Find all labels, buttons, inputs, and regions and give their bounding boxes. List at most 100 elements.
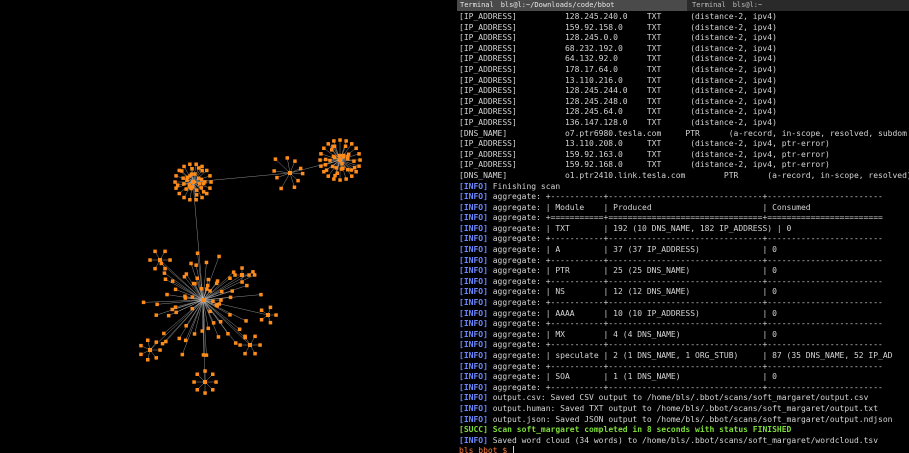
graph-node[interactable] (184, 272, 189, 276)
graph-node[interactable] (354, 170, 358, 174)
graph-node[interactable] (195, 372, 200, 377)
graph-node[interactable] (174, 310, 178, 315)
graph-node[interactable] (159, 261, 164, 266)
graph-node[interactable] (298, 166, 303, 171)
graph-node[interactable] (211, 372, 215, 377)
graph-node[interactable] (240, 266, 244, 270)
graph-node[interactable] (141, 300, 146, 305)
graph-node[interactable] (200, 168, 204, 173)
graph-node[interactable] (195, 251, 200, 256)
graph-node[interactable] (160, 341, 165, 346)
shell-prompt-line[interactable]: bls bbot $ (459, 446, 909, 453)
graph-node[interactable] (247, 273, 251, 277)
graph-node[interactable] (272, 169, 276, 173)
graph-node[interactable] (259, 308, 264, 313)
graph-node[interactable] (189, 172, 194, 176)
graph-node[interactable] (332, 139, 336, 143)
graph-node[interactable] (153, 266, 157, 271)
graph-node[interactable] (153, 249, 157, 254)
graph-node[interactable] (158, 348, 162, 352)
graph-node[interactable] (205, 168, 209, 173)
graph-node[interactable] (208, 309, 212, 314)
graph-node[interactable] (349, 168, 354, 172)
graph-node[interactable] (338, 138, 342, 142)
graph-node[interactable] (163, 249, 167, 254)
graph-node[interactable] (194, 263, 198, 267)
graph-node[interactable] (146, 358, 150, 362)
graph-node[interactable] (170, 307, 175, 312)
graph-node[interactable] (339, 167, 344, 171)
graph-node[interactable] (192, 380, 196, 384)
graph-node[interactable] (190, 295, 195, 299)
graph-node[interactable] (206, 283, 210, 288)
terminal-tab-active[interactable]: Terminal bls@l:~/Downloads/code/bbot (457, 0, 687, 11)
graph-node[interactable] (215, 304, 220, 308)
graph-node[interactable] (279, 186, 283, 191)
graph-node[interactable] (217, 254, 221, 259)
graph-node[interactable] (183, 338, 188, 343)
graph-node[interactable] (199, 177, 204, 182)
graph-node[interactable] (139, 352, 143, 357)
graph-node[interactable] (300, 171, 305, 176)
graph-node[interactable] (230, 289, 235, 293)
graph-node[interactable] (206, 326, 211, 331)
graph-node[interactable] (357, 152, 361, 156)
graph-node[interactable] (166, 313, 171, 318)
graph-node[interactable] (154, 356, 159, 360)
graph-node[interactable] (338, 158, 342, 162)
graph-node[interactable] (220, 289, 224, 294)
graph-node[interactable] (200, 164, 204, 169)
graph-node[interactable] (183, 294, 187, 299)
graph-node[interactable] (233, 273, 237, 277)
graph-node[interactable] (324, 168, 329, 172)
graph-node[interactable] (341, 155, 346, 159)
graph-node[interactable] (296, 178, 300, 183)
graph-node[interactable] (268, 305, 273, 310)
graph-node[interactable] (195, 276, 200, 281)
graph-node[interactable] (344, 139, 348, 143)
graph-node[interactable] (193, 282, 197, 286)
graph-node[interactable] (332, 177, 336, 181)
graph-node[interactable] (190, 306, 195, 311)
graph-node[interactable] (258, 343, 262, 347)
graph-node[interactable] (154, 340, 159, 344)
graph-node[interactable] (338, 154, 342, 158)
graph-node[interactable] (196, 166, 201, 170)
graph-node[interactable] (201, 298, 205, 302)
graph-node[interactable] (330, 148, 334, 152)
graph-node[interactable] (340, 162, 344, 166)
graph-node[interactable] (253, 351, 257, 356)
graph-node[interactable] (323, 157, 328, 162)
graph-node[interactable] (139, 343, 143, 348)
graph-node[interactable] (326, 142, 331, 146)
graph-node[interactable] (199, 287, 204, 291)
graph-node[interactable] (203, 180, 207, 184)
graph-node[interactable] (248, 343, 252, 347)
graph-node[interactable] (319, 152, 323, 156)
network-graph[interactable] (0, 0, 457, 453)
graph-node[interactable] (328, 158, 332, 163)
graph-node[interactable] (192, 332, 197, 336)
graph-node[interactable] (163, 277, 168, 282)
terminal-tab-inactive[interactable]: Terminal bls@l:~ (689, 0, 909, 11)
graph-node[interactable] (214, 380, 218, 384)
graph-node[interactable] (146, 338, 150, 343)
graph-node[interactable] (219, 298, 223, 302)
graph-node[interactable] (180, 169, 184, 173)
graph-node[interactable] (187, 183, 192, 187)
graph-node[interactable] (164, 339, 168, 344)
graph-node[interactable] (148, 258, 152, 262)
graph-node[interactable] (203, 391, 207, 395)
graph-node[interactable] (173, 287, 178, 292)
graph-node[interactable] (191, 180, 195, 184)
graph-node[interactable] (214, 281, 219, 286)
graph-node[interactable] (182, 182, 186, 186)
graph-node[interactable] (266, 313, 270, 317)
graph-node[interactable] (209, 180, 213, 184)
graph-node[interactable] (188, 162, 192, 167)
graph-node[interactable] (206, 277, 211, 282)
graph-node[interactable] (194, 193, 199, 197)
graph-node[interactable] (228, 276, 232, 281)
graph-node[interactable] (200, 329, 205, 333)
graph-node[interactable] (208, 174, 212, 178)
